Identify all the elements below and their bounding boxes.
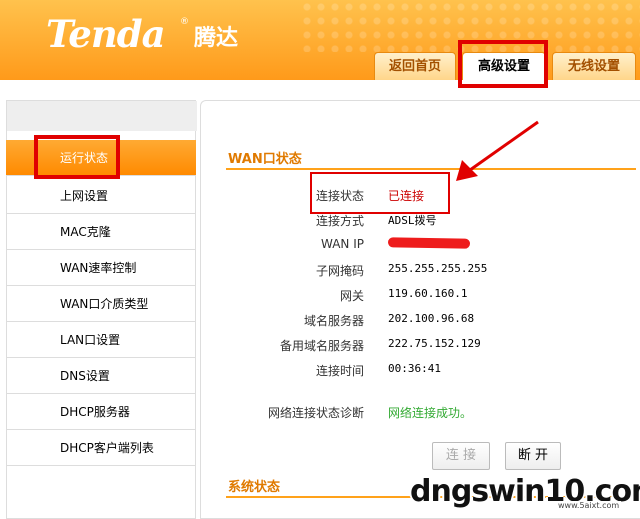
tab-home[interactable]: 返回首页 — [374, 52, 456, 80]
sidebar-header — [7, 101, 197, 131]
connection-time-value: 00:36:41 — [388, 362, 441, 375]
connect-button[interactable]: 连 接 — [432, 442, 490, 470]
tenda-logo-chinese: 腾达 — [194, 26, 239, 51]
wan-row-diagnosis: 网络连接状态诊断 网络连接成功。 — [226, 400, 636, 425]
row-label: 连接时间 — [315, 364, 364, 378]
wan-status-title: WAN口状态 — [228, 152, 302, 167]
dns-value: 202.100.96.68 — [388, 312, 475, 325]
row-label: 子网掩码 — [315, 264, 364, 278]
row-label: WAN IP — [321, 237, 364, 251]
wan-row-subnet-mask: 子网掩码 255.255.255.255 — [226, 258, 636, 283]
row-label: 网络连接状态诊断 — [267, 406, 364, 420]
sidebar-item-dhcp-server[interactable]: DHCP服务器 — [6, 394, 196, 430]
sidebar-item-internet-settings[interactable]: 上网设置 — [6, 178, 196, 214]
row-label: 域名服务器 — [303, 314, 364, 328]
wan-row-connection-time: 连接时间 00:36:41 — [226, 358, 636, 383]
connection-type-value: ADSL拨号 — [388, 214, 437, 227]
wan-row-backup-dns: 备用域名服务器 222.75.152.129 — [226, 333, 636, 358]
wan-row-gateway: 网关 119.60.160.1 — [226, 283, 636, 308]
wan-row-dns: 域名服务器 202.100.96.68 — [226, 308, 636, 333]
highlight-box-status — [310, 172, 450, 214]
wan-status-divider — [226, 168, 636, 170]
sidebar-item-wan-media-type[interactable]: WAN口介质类型 — [6, 286, 196, 322]
subnet-mask-value: 255.255.255.255 — [388, 262, 488, 275]
sidebar-item-wan-rate-control[interactable]: WAN速率控制 — [6, 250, 196, 286]
sidebar-item-dhcp-client-list[interactable]: DHCP客户端列表 — [6, 430, 196, 466]
highlight-box-tab — [458, 40, 548, 88]
sidebar-item-lan-settings[interactable]: LAN口设置 — [6, 322, 196, 358]
sidebar-item-dns-settings[interactable]: DNS设置 — [6, 358, 196, 394]
tenda-logo: Tenda — [46, 12, 166, 56]
wan-row-wan-ip: WAN IP — [226, 233, 636, 258]
row-label: 连接方式 — [315, 214, 364, 228]
disconnect-button[interactable]: 断 开 — [505, 442, 561, 470]
sidebar-item-mac-clone[interactable]: MAC克隆 — [6, 214, 196, 250]
diagnosis-value: 网络连接成功。 — [388, 406, 473, 420]
row-label: 备用域名服务器 — [279, 339, 364, 353]
registered-mark: ® — [180, 17, 189, 27]
row-label: 网关 — [339, 289, 364, 303]
system-status-title: 系统状态 — [228, 480, 281, 495]
watermark-small-text: www.5aixt.com — [556, 501, 622, 510]
tab-wireless-settings[interactable]: 无线设置 — [552, 52, 636, 80]
watermark-text: dngswin10.com — [410, 474, 640, 509]
redaction-mark — [387, 237, 471, 249]
gateway-value: 119.60.160.1 — [388, 287, 468, 300]
backup-dns-value: 222.75.152.129 — [388, 337, 481, 350]
highlight-box-menu — [34, 135, 120, 179]
